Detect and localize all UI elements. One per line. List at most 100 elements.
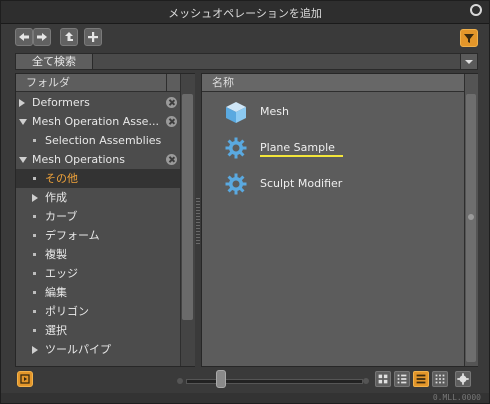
chevron-down-icon — [465, 60, 473, 64]
settings-gear-button[interactable] — [455, 371, 471, 387]
folder-item[interactable]: Mesh Operation Asse... — [16, 112, 180, 131]
folder-item-label: Selection Assemblies — [45, 134, 162, 147]
folder-item-label: カーブ — [45, 210, 78, 223]
folder-scroll-thumb[interactable] — [182, 94, 193, 320]
back-button[interactable] — [15, 28, 33, 46]
folder-item[interactable]: 複製 — [16, 245, 180, 264]
arrow-right-icon — [37, 33, 47, 41]
folder-header: フォルダ — [16, 74, 166, 92]
folder-item[interactable]: その他 — [16, 169, 180, 188]
folder-item-label: 複製 — [45, 248, 67, 261]
status-strip: 0.MLL.0000 — [1, 393, 489, 403]
collapse-arrow-icon[interactable] — [19, 157, 27, 163]
folder-item-label: ポリゴン — [45, 305, 89, 318]
small-grid-button[interactable] — [394, 371, 410, 387]
folder-item-label: エッジ — [45, 267, 78, 280]
add-button[interactable] — [84, 28, 102, 46]
folder-item-label: 作成 — [45, 191, 67, 204]
folder-item[interactable]: カーブ — [16, 207, 180, 226]
search-bar: 全て検索 — [15, 53, 478, 70]
folder-item-label: Deformers — [32, 96, 90, 109]
up-level-button[interactable] — [60, 28, 78, 46]
slider-max-dot — [363, 378, 369, 384]
folder-item-label: 編集 — [45, 286, 67, 299]
settings-gear-icon — [457, 373, 469, 385]
slider-min-dot — [177, 378, 183, 384]
folder-item-label: 選択 — [45, 324, 67, 337]
thumbnail-size-slider[interactable] — [186, 379, 363, 384]
leaf-dot-icon — [33, 234, 36, 237]
leaf-dot-icon — [33, 215, 36, 218]
list-view-icon — [416, 374, 426, 384]
collapse-arrow-icon[interactable] — [19, 119, 27, 125]
folder-item-label: Mesh Operation Asse... — [32, 115, 159, 128]
folder-panel: フォルダ Deformers Mesh Operation Asse... Sele… — [15, 73, 195, 367]
remove-folder-icon[interactable] — [166, 154, 177, 165]
add-mesh-operation-dialog: メッシュオペレーションを追加 全て検索 フォルダ Deformers Mesh O… — [0, 0, 490, 404]
folder-item[interactable]: デフォーム — [16, 226, 180, 245]
search-dropdown-button[interactable] — [460, 54, 477, 69]
folder-item[interactable]: Selection Assemblies — [16, 131, 180, 150]
filter-button[interactable] — [460, 29, 478, 47]
tiny-grid-icon — [435, 374, 445, 384]
search-scope-label[interactable]: 全て検索 — [16, 54, 93, 69]
folder-item[interactable]: 選択 — [16, 321, 180, 340]
item-header: 名称 — [202, 74, 464, 92]
item-row[interactable]: Mesh — [224, 100, 444, 124]
panel-toggle-icon — [20, 374, 30, 384]
item-row[interactable]: Plane Sample — [224, 136, 444, 160]
close-icon[interactable] — [470, 4, 482, 16]
panel-toggle-button[interactable] — [17, 371, 33, 387]
leaf-dot-icon — [33, 291, 36, 294]
folder-item[interactable]: 作成 — [16, 188, 180, 207]
item-label: Sculpt Modifier — [260, 177, 343, 190]
item-scroll-handle[interactable] — [468, 214, 474, 220]
expand-arrow-icon[interactable] — [19, 99, 25, 107]
gear-icon — [225, 173, 247, 195]
arrow-left-icon — [19, 33, 29, 41]
folder-item[interactable]: ツールパイプ — [16, 340, 180, 359]
large-grid-icon — [378, 374, 388, 384]
tiny-grid-button[interactable] — [432, 371, 448, 387]
window-title: メッシュオペレーションを追加 — [168, 7, 322, 20]
item-scroll-thumb[interactable] — [466, 94, 476, 362]
plus-icon — [88, 32, 98, 42]
folder-item-label: その他 — [45, 172, 78, 185]
filter-icon — [464, 34, 474, 43]
leaf-dot-icon — [33, 177, 36, 180]
item-label: Plane Sample — [260, 141, 335, 154]
item-row[interactable]: Sculpt Modifier — [224, 172, 444, 196]
list-view-button[interactable] — [413, 371, 429, 387]
folder-scrollbar[interactable] — [180, 74, 195, 366]
cube-icon — [226, 102, 246, 123]
folder-header-spacer — [166, 74, 180, 92]
splitter-grip[interactable] — [196, 198, 200, 244]
leaf-dot-icon — [33, 139, 36, 142]
remove-folder-icon[interactable] — [166, 116, 177, 127]
thumbnail-size-slider-thumb[interactable] — [216, 370, 226, 388]
folder-item-label: Mesh Operations — [32, 153, 125, 166]
folder-item-label: ツールパイプ — [45, 343, 111, 356]
large-grid-button[interactable] — [375, 371, 391, 387]
folder-item[interactable]: ポリゴン — [16, 302, 180, 321]
search-input[interactable] — [93, 54, 461, 69]
leaf-dot-icon — [33, 253, 36, 256]
expand-arrow-icon[interactable] — [32, 194, 38, 202]
folder-item[interactable]: エッジ — [16, 264, 180, 283]
leaf-dot-icon — [33, 272, 36, 275]
folder-item[interactable]: Deformers — [16, 93, 180, 112]
leaf-dot-icon — [33, 329, 36, 332]
expand-arrow-icon[interactable] — [32, 346, 38, 354]
small-grid-icon — [397, 374, 407, 384]
folder-item[interactable]: Mesh Operations — [16, 150, 180, 169]
forward-button[interactable] — [33, 28, 51, 46]
title-bar[interactable]: メッシュオペレーションを追加 — [1, 1, 489, 24]
folder-item[interactable]: 編集 — [16, 283, 180, 302]
highlight-underline — [260, 155, 343, 157]
item-panel: 名称 Mesh Plane Sample Sculpt Modifier — [201, 73, 478, 367]
item-icon — [224, 172, 248, 196]
item-icon — [224, 136, 248, 160]
remove-folder-icon[interactable] — [166, 97, 177, 108]
item-icon — [224, 100, 248, 124]
item-scrollbar[interactable] — [464, 74, 478, 366]
